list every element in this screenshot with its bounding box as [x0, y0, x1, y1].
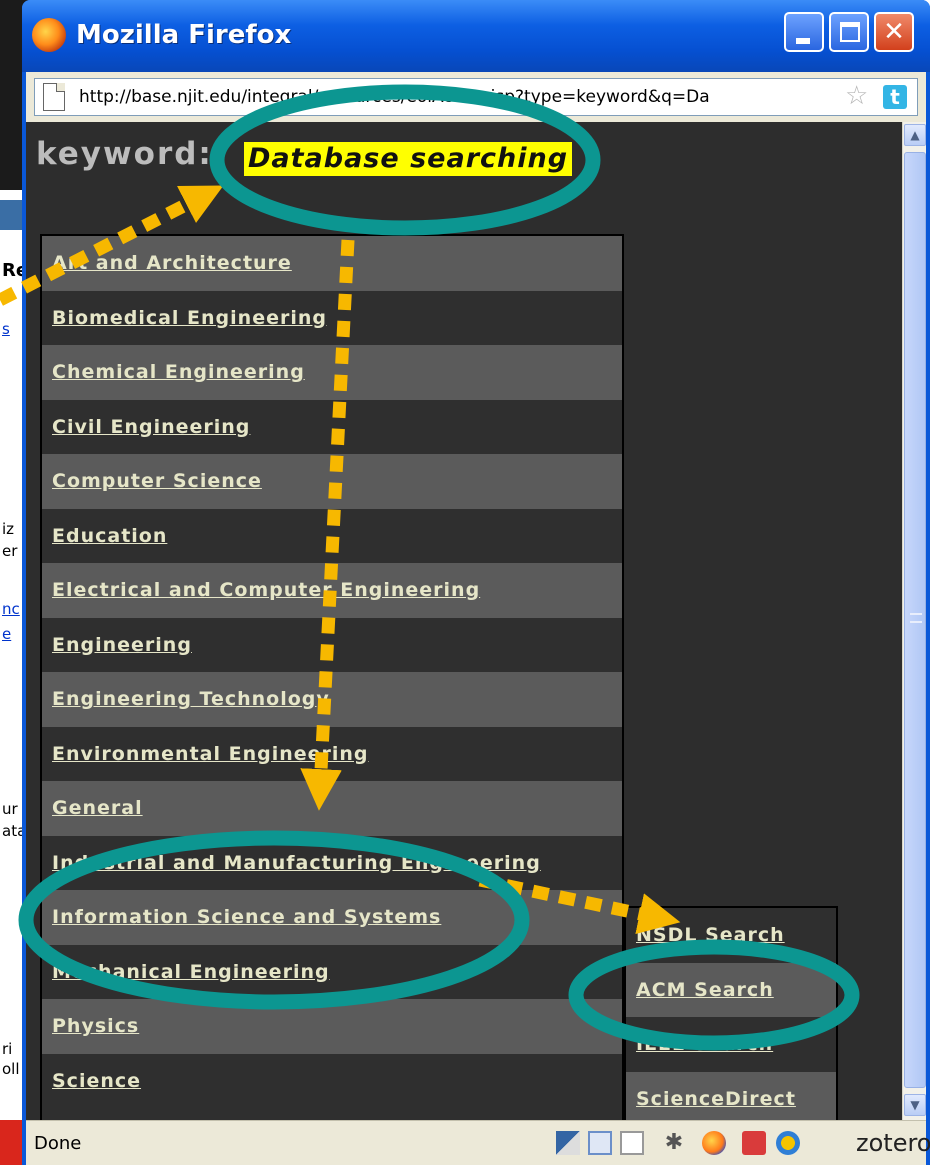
maximize-button[interactable]	[829, 12, 869, 52]
subject-row: Engineering Technology	[42, 672, 622, 727]
subject-row: Mechanical Engineering	[42, 944, 622, 999]
subject-row: Computer Science	[42, 454, 622, 509]
subject-row: Education	[42, 508, 622, 563]
url-text[interactable]: http://base.njit.edu/integral/resources/…	[79, 87, 839, 107]
search-tool-link[interactable]: NSDL Search	[636, 924, 785, 946]
search-tool-row: ScienceDirect	[626, 1071, 836, 1120]
background-text: ur	[2, 800, 18, 818]
search-tool-row: NSDL Search	[626, 908, 836, 963]
subject-link[interactable]: Computer Science	[52, 470, 262, 492]
firefox-window: Mozilla Firefox ✕ http://base.njit.edu/i…	[22, 0, 930, 1165]
grid-icon[interactable]	[588, 1131, 612, 1155]
subject-link[interactable]: Environmental Engineering	[52, 743, 369, 765]
subject-row: Science	[42, 1053, 622, 1108]
keyword-value: Database searching	[244, 142, 573, 176]
subject-row: Industrial and Manufacturing Engineering	[42, 835, 622, 890]
search-tool-link[interactable]: IEEE Search	[636, 1033, 773, 1055]
scroll-down-icon[interactable]: ▼	[904, 1094, 926, 1116]
subject-link[interactable]: Engineering Technology	[52, 688, 330, 710]
subject-link[interactable]: Information Science and Systems	[52, 906, 441, 928]
screenshot: Re s iz er nc e ur ata ri oll Mozilla Fi…	[0, 0, 930, 1165]
search-tool-link[interactable]: ScienceDirect	[636, 1088, 796, 1110]
close-button[interactable]: ✕	[874, 12, 914, 52]
subject-link[interactable]: General	[52, 797, 143, 819]
status-bar: Done ✱ zotero	[26, 1120, 930, 1165]
background-link[interactable]: e	[2, 625, 11, 643]
search-tool-list: NSDL Search ACM Search IEEE Search ScienceD…	[624, 906, 838, 1120]
subject-row: Environmental Engineering	[42, 726, 622, 781]
minimize-icon	[796, 38, 810, 44]
background-text: ri	[2, 1040, 13, 1058]
firefox-icon	[32, 18, 66, 52]
maximize-icon	[840, 22, 860, 42]
subject-link[interactable]: Education	[52, 525, 167, 547]
subject-row: Art and Architecture	[42, 236, 622, 291]
search-tool-row: IEEE Search	[626, 1017, 836, 1072]
title-bar[interactable]: Mozilla Firefox ✕	[22, 0, 930, 72]
close-icon: ✕	[883, 17, 905, 47]
subject-row: Information Science and Systems	[42, 890, 622, 945]
subject-row: Biomedical Engineering	[42, 290, 622, 345]
subject-link[interactable]: Civil Engineering	[52, 416, 250, 438]
scroll-up-icon[interactable]: ▲	[904, 124, 926, 146]
status-text: Done	[34, 1133, 82, 1154]
subject-link[interactable]: Electrical and Computer Engineering	[52, 579, 480, 601]
mail-icon[interactable]	[620, 1131, 644, 1155]
background-link[interactable]: s	[2, 320, 10, 338]
subject-link[interactable]: Mechanical Engineering	[52, 961, 330, 983]
subject-list: Art and Architecture Biomedical Engineeri…	[40, 234, 624, 1120]
subject-link[interactable]: Physics	[52, 1015, 139, 1037]
background-text: oll	[2, 1060, 20, 1078]
page-icon	[43, 83, 65, 111]
subject-link[interactable]: Industrial and Manufacturing Engineering	[52, 852, 541, 874]
subject-link[interactable]: Biomedical Engineering	[52, 307, 327, 329]
addon-icon[interactable]	[742, 1131, 766, 1155]
subject-row: Civil Engineering	[42, 399, 622, 454]
star-icon[interactable]: ☆	[845, 81, 868, 111]
search-tool-link[interactable]: ACM Search	[636, 979, 774, 1001]
bug-icon[interactable]: ✱	[662, 1131, 686, 1155]
zotero-icon[interactable]	[776, 1131, 800, 1155]
minimize-button[interactable]	[784, 12, 824, 52]
subject-row: Physics	[42, 999, 622, 1054]
subject-row: Electrical and Computer Engineering	[42, 563, 622, 618]
subject-link[interactable]: Science	[52, 1070, 141, 1092]
twitter-icon[interactable]: t	[883, 85, 907, 109]
grip-icon	[910, 613, 922, 623]
subject-row: Engineering	[42, 617, 622, 672]
search-tool-row: ACM Search	[626, 962, 836, 1017]
subject-link[interactable]: Art and Architecture	[52, 252, 292, 274]
background-text: er	[2, 542, 18, 560]
keyword-label: keyword:	[36, 136, 213, 172]
window-title: Mozilla Firefox	[76, 20, 292, 50]
background-link[interactable]: nc	[2, 600, 20, 618]
network-icon[interactable]	[556, 1131, 580, 1155]
address-bar[interactable]: http://base.njit.edu/integral/resources/…	[34, 78, 918, 116]
subject-row: Chemical Engineering	[42, 345, 622, 400]
subject-link[interactable]: Engineering	[52, 634, 192, 656]
address-toolbar: http://base.njit.edu/integral/resources/…	[26, 72, 926, 122]
zotero-label[interactable]: zotero	[856, 1129, 930, 1157]
firefox-status-icon[interactable]	[702, 1131, 726, 1155]
subject-row: General	[42, 781, 622, 836]
scroll-thumb[interactable]	[904, 152, 926, 1088]
background-text: iz	[2, 520, 15, 538]
page-content: keyword: Database searching Art and Arch…	[26, 122, 902, 1120]
vertical-scrollbar[interactable]: ▲ ▼	[902, 122, 926, 1120]
subject-link[interactable]: Chemical Engineering	[52, 361, 305, 383]
